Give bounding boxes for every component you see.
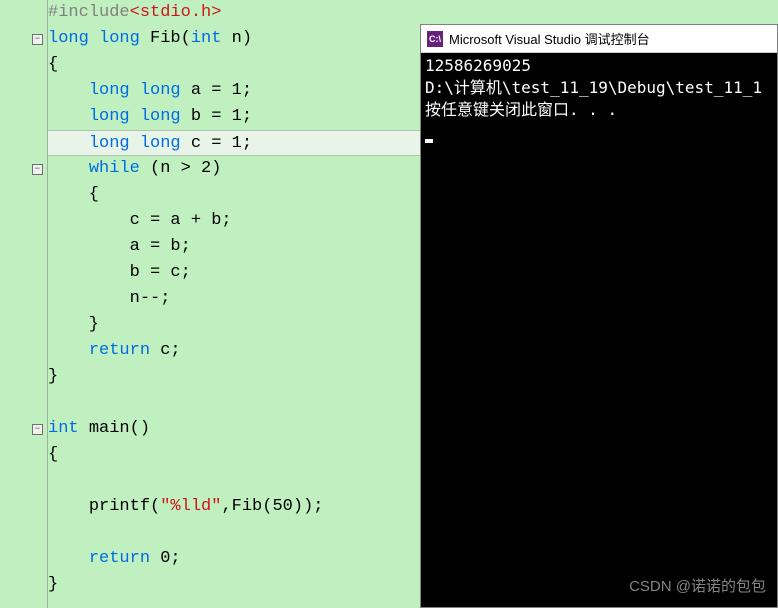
- console-output: 12586269025D:\计算机\test_11_19\Debug\test_…: [421, 53, 777, 145]
- visual-studio-icon: C:\: [427, 31, 443, 47]
- code-line[interactable]: while (n > 2): [48, 156, 420, 182]
- code-editor-pane: − − − #include<stdio.h>long long Fib(int n…: [0, 0, 420, 608]
- code-line[interactable]: b = c;: [48, 260, 420, 286]
- console-cursor: [425, 139, 433, 143]
- code-line[interactable]: {: [48, 52, 420, 78]
- code-line[interactable]: [48, 468, 420, 494]
- code-line[interactable]: long long b = 1;: [48, 104, 420, 130]
- console-titlebar[interactable]: C:\ Microsoft Visual Studio 调试控制台: [421, 25, 777, 53]
- debug-console-window: C:\ Microsoft Visual Studio 调试控制台 125862…: [420, 24, 778, 608]
- code-line[interactable]: }: [48, 312, 420, 338]
- code-area[interactable]: #include<stdio.h>long long Fib(int n){ l…: [48, 0, 420, 608]
- code-line[interactable]: int main(): [48, 416, 420, 442]
- console-line: 12586269025: [425, 55, 773, 77]
- code-line[interactable]: a = b;: [48, 234, 420, 260]
- fold-toggle-icon[interactable]: −: [32, 424, 43, 435]
- code-line[interactable]: }: [48, 364, 420, 390]
- code-line[interactable]: }: [48, 572, 420, 598]
- code-line[interactable]: return 0;: [48, 546, 420, 572]
- editor-gutter: − − −: [0, 0, 48, 608]
- code-line[interactable]: [48, 390, 420, 416]
- console-line: 按任意键关闭此窗口. . .: [425, 99, 773, 121]
- code-line[interactable]: [48, 520, 420, 546]
- code-line[interactable]: long long c = 1;: [48, 130, 420, 156]
- console-title: Microsoft Visual Studio 调试控制台: [449, 29, 650, 48]
- console-line: D:\计算机\test_11_19\Debug\test_11_1: [425, 77, 773, 99]
- code-line[interactable]: return c;: [48, 338, 420, 364]
- code-line[interactable]: long long Fib(int n): [48, 26, 420, 52]
- code-line[interactable]: printf("%lld",Fib(50));: [48, 494, 420, 520]
- code-line[interactable]: #include<stdio.h>: [48, 0, 420, 26]
- code-line[interactable]: {: [48, 442, 420, 468]
- code-line[interactable]: c = a + b;: [48, 208, 420, 234]
- fold-toggle-icon[interactable]: −: [32, 164, 43, 175]
- code-line[interactable]: long long a = 1;: [48, 78, 420, 104]
- csdn-watermark: CSDN @诺诺的包包: [629, 575, 766, 596]
- code-line[interactable]: n--;: [48, 286, 420, 312]
- fold-toggle-icon[interactable]: −: [32, 34, 43, 45]
- code-line[interactable]: {: [48, 182, 420, 208]
